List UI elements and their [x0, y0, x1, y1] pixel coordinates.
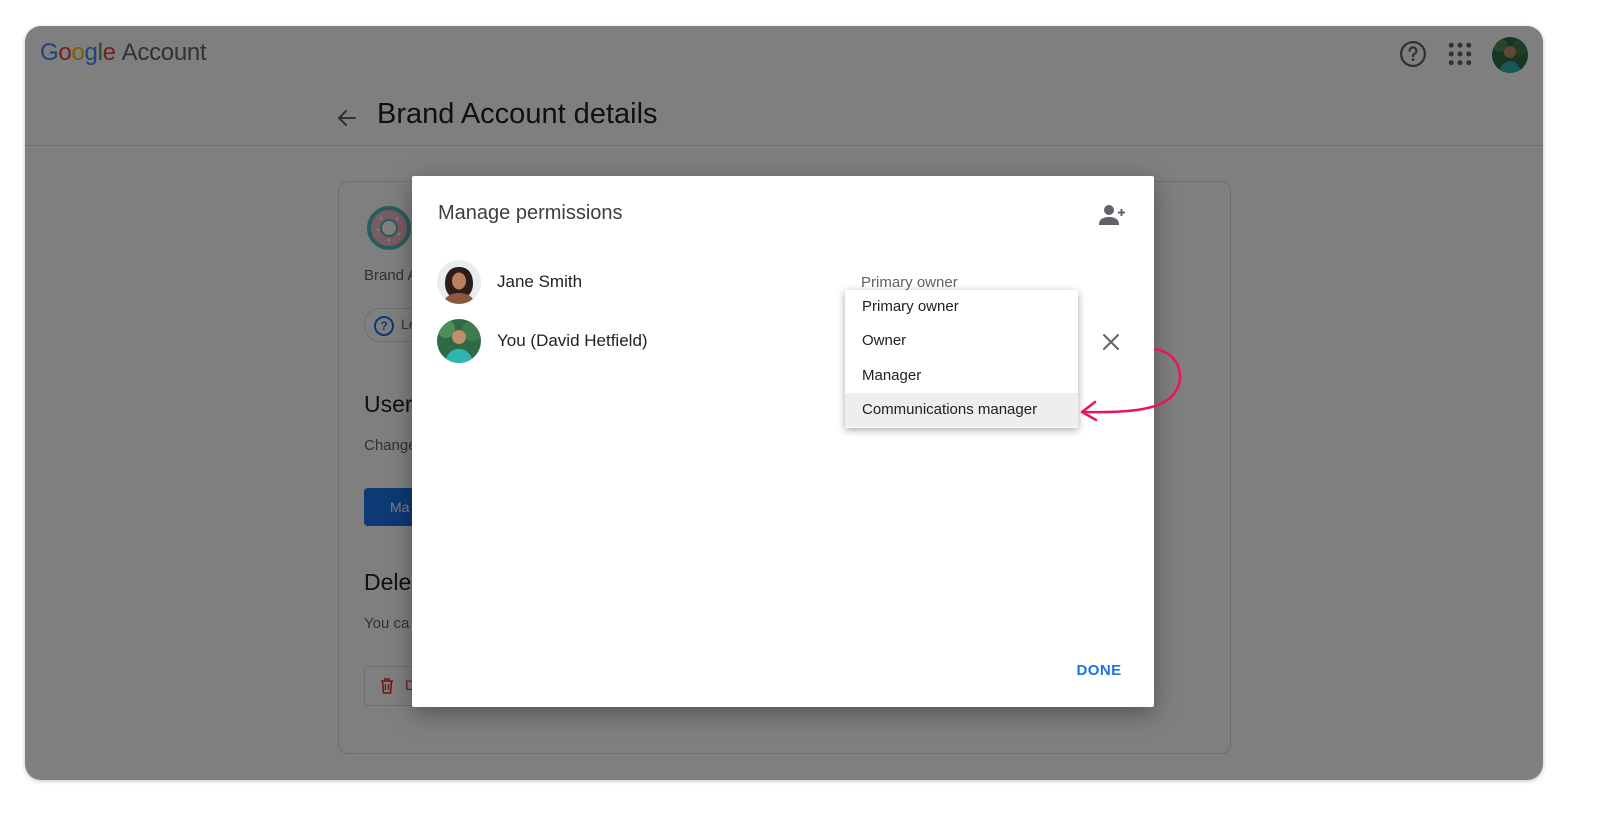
menu-item-manager[interactable]: Manager — [845, 359, 1078, 393]
done-button[interactable]: DONE — [1064, 652, 1134, 688]
browser-window: GoogleAccount Brand Account details — [25, 26, 1543, 780]
menu-item-owner[interactable]: Owner — [845, 324, 1078, 358]
person-name: Jane Smith — [497, 272, 583, 291]
role-dropdown-menu: Primary owner Owner Manager Communicatio… — [845, 290, 1078, 428]
person-name: You (David Hetfield) — [497, 331, 648, 350]
menu-item-communications-manager[interactable]: Communications manager — [845, 393, 1078, 427]
person-add-icon[interactable] — [1098, 203, 1126, 227]
jane-smith-avatar — [437, 260, 481, 304]
annotation-arrow-icon — [1080, 347, 1182, 421]
manage-permissions-dialog: Manage permissions Jane Smith Primary ow… — [412, 176, 1154, 707]
person-role: Primary owner — [861, 274, 958, 291]
menu-item-primary-owner[interactable]: Primary owner — [845, 290, 1078, 324]
david-hetfield-avatar — [437, 319, 481, 363]
dialog-title: Manage permissions — [438, 202, 623, 224]
